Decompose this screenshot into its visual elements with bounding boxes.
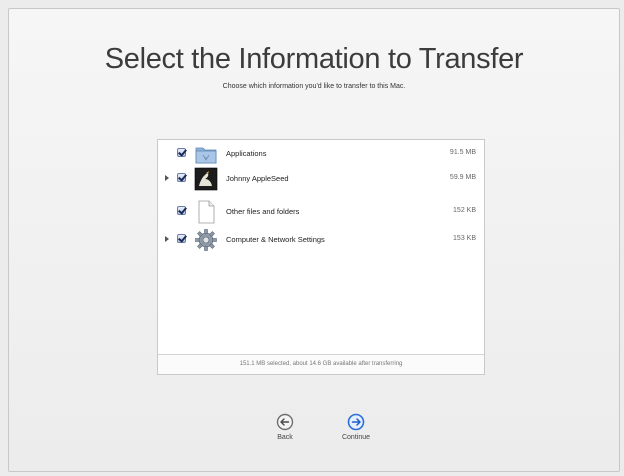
list-item-applications[interactable]: Applications 91.5 MB [158,142,484,166]
continue-arrow-icon [347,413,365,431]
item-label: Applications [226,149,267,158]
gear-icon [194,228,218,252]
list-item-user[interactable]: Johnny AppleSeed 59.9 MB [158,167,484,191]
transfer-items-list: Applications 91.5 MB Johnny AppleSeed 59… [157,139,485,375]
applications-folder-icon [194,142,218,166]
back-arrow-icon [276,413,294,431]
settings-checkbox[interactable] [177,234,186,243]
continue-button[interactable]: Continue [326,413,386,463]
other-files-checkbox[interactable] [177,206,186,215]
user-avatar-icon [194,167,218,191]
item-label: Johnny AppleSeed [226,174,289,183]
disclosure-triangle-icon[interactable] [165,175,169,181]
page-title: Select the Information to Transfer [104,43,524,75]
page-subtitle: Choose which information you'd like to t… [222,83,406,90]
back-label: Back [277,434,293,441]
selection-status: 151.1 MB selected, about 14.6 GB availab… [158,354,484,374]
disclosure-triangle-icon[interactable] [165,236,169,242]
back-button[interactable]: Back [255,413,315,463]
applications-checkbox[interactable] [177,148,186,157]
document-icon [194,200,218,224]
list-item-other-files[interactable]: Other files and folders 152 KB [158,200,484,224]
item-label: Other files and folders [226,207,300,216]
item-size: 152 KB [453,207,476,214]
item-size: 91.5 MB [449,149,476,156]
list-item-settings[interactable]: Computer & Network Settings 153 KB [158,228,484,252]
item-label: Computer & Network Settings [226,235,325,244]
user-checkbox[interactable] [177,173,186,182]
migration-assistant-window: Select the Information to Transfer Choos… [8,8,620,472]
item-size: 153 KB [453,235,476,242]
item-size: 59.9 MB [449,174,476,181]
continue-label: Continue [341,434,371,441]
